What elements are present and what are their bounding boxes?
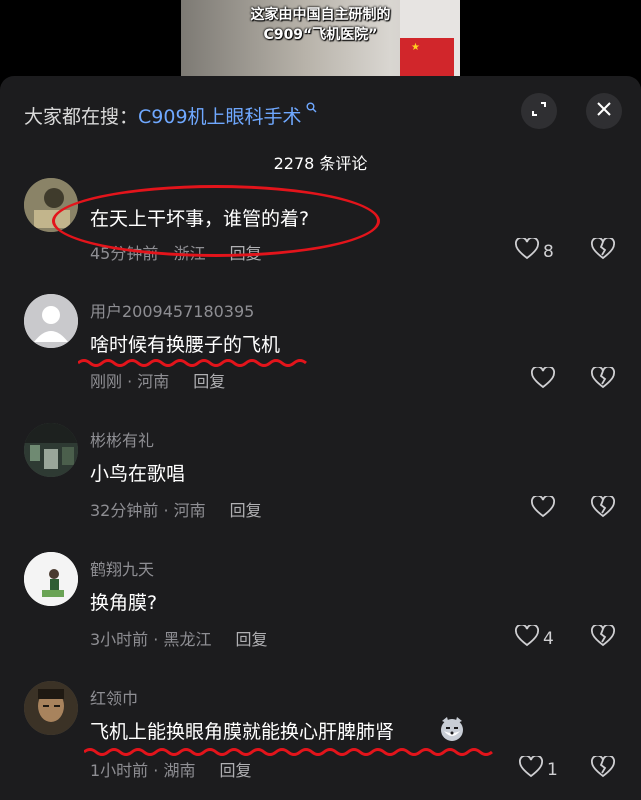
video-caption-line2: C909“飞机医院” [263,27,378,43]
dislike-button[interactable] [591,494,615,522]
comment-meta: 1小时前 · 湖南 回复 [90,757,251,781]
like-button[interactable] [531,365,555,394]
comment-time: 32分钟前 · 河南 [90,501,206,520]
comment-meta: 3小时前 · 黑龙江 回复 [90,626,267,650]
heart-icon [519,754,543,783]
reply-button[interactable]: 回复 [230,501,262,520]
expand-icon [530,100,548,122]
comment-time: 1小时前 · 湖南 [90,761,196,780]
red-wavy-underline [78,359,307,367]
broken-heart-icon [591,236,615,264]
heart-icon [531,365,555,394]
comment-text: 啥时候有换腰子的飞机 [90,334,281,356]
broken-heart-icon [591,754,615,782]
red-wavy-underline [84,748,493,756]
heart-icon [515,236,539,265]
video-preview[interactable]: ★ 这家由中国自主研制的 C909“飞机医院” [181,0,460,76]
comment-meta: 32分钟前 · 河南 回复 [90,497,262,521]
comment-sheet: 大家都在搜：C909机上眼科手术 2278 条评论 在天上干坏事，谁管的着? 4… [0,76,641,800]
like-count: 4 [543,628,554,649]
heart-icon [515,623,539,652]
reply-button[interactable]: 回复 [219,761,251,780]
broken-heart-icon [591,623,615,651]
close-button[interactable] [586,93,622,129]
avatar[interactable] [24,423,78,477]
comment-username[interactable]: 彬彬有礼 [90,427,154,451]
dislike-button[interactable] [591,236,615,264]
comment-text: 小鸟在歌唱 [90,463,186,485]
comment-item: 红领巾 飞机上能换眼角膜就能换心肝脾肺肾 1小时前 · 湖南 回复 1 [0,681,641,800]
red-circle-annotation [52,185,380,257]
close-icon [596,101,612,121]
dislike-button[interactable] [591,754,615,782]
dislike-button[interactable] [591,623,615,651]
trending-search-prefix: 大家都在搜： [24,106,139,128]
comment-item: 彬彬有礼 小鸟在歌唱 32分钟前 · 河南 回复 [0,423,641,543]
expand-button[interactable] [521,93,557,129]
heart-icon [531,494,555,523]
comment-item: 用户2009457180395 啥时候有换腰子的飞机 刚刚 · 河南 回复 [0,294,641,414]
comment-time: 刚刚 · 河南 [90,372,170,391]
broken-heart-icon [591,365,615,393]
like-count: 1 [547,759,558,780]
comment-item: 鹤翔九天 换角膜? 3小时前 · 黑龙江 回复 4 [0,552,641,672]
comment-meta: 刚刚 · 河南 回复 [90,368,225,392]
search-icon [302,102,317,117]
reply-button[interactable]: 回复 [235,630,267,649]
video-caption-line1: 这家由中国自主研制的 [250,7,391,23]
comment-username[interactable]: 鹤翔九天 [90,556,154,580]
avatar[interactable] [24,681,78,735]
broken-heart-icon [591,494,615,522]
trending-search[interactable]: 大家都在搜：C909机上眼科手术 [24,102,317,129]
like-button[interactable]: 8 [515,236,554,265]
like-button[interactable] [531,494,555,523]
like-button[interactable]: 4 [515,623,554,652]
like-button[interactable]: 1 [519,754,558,783]
comment-text: 飞机上能换眼角膜就能换心肝脾肺肾 [90,721,395,743]
avatar[interactable] [24,294,78,348]
comment-text: 换角膜? [90,592,158,614]
trending-search-keyword[interactable]: C909机上眼科手术 [138,106,302,128]
comment-username[interactable]: 红领巾 [90,685,138,709]
comment-time: 3小时前 · 黑龙江 [90,630,212,649]
like-count: 8 [543,241,554,262]
avatar[interactable] [24,552,78,606]
comment-username[interactable]: 用户2009457180395 [90,298,254,322]
reply-button[interactable]: 回复 [193,372,225,391]
wolf-emoji-icon [438,715,466,747]
dislike-button[interactable] [591,365,615,393]
comment-count: 2278 条评论 [273,154,368,173]
